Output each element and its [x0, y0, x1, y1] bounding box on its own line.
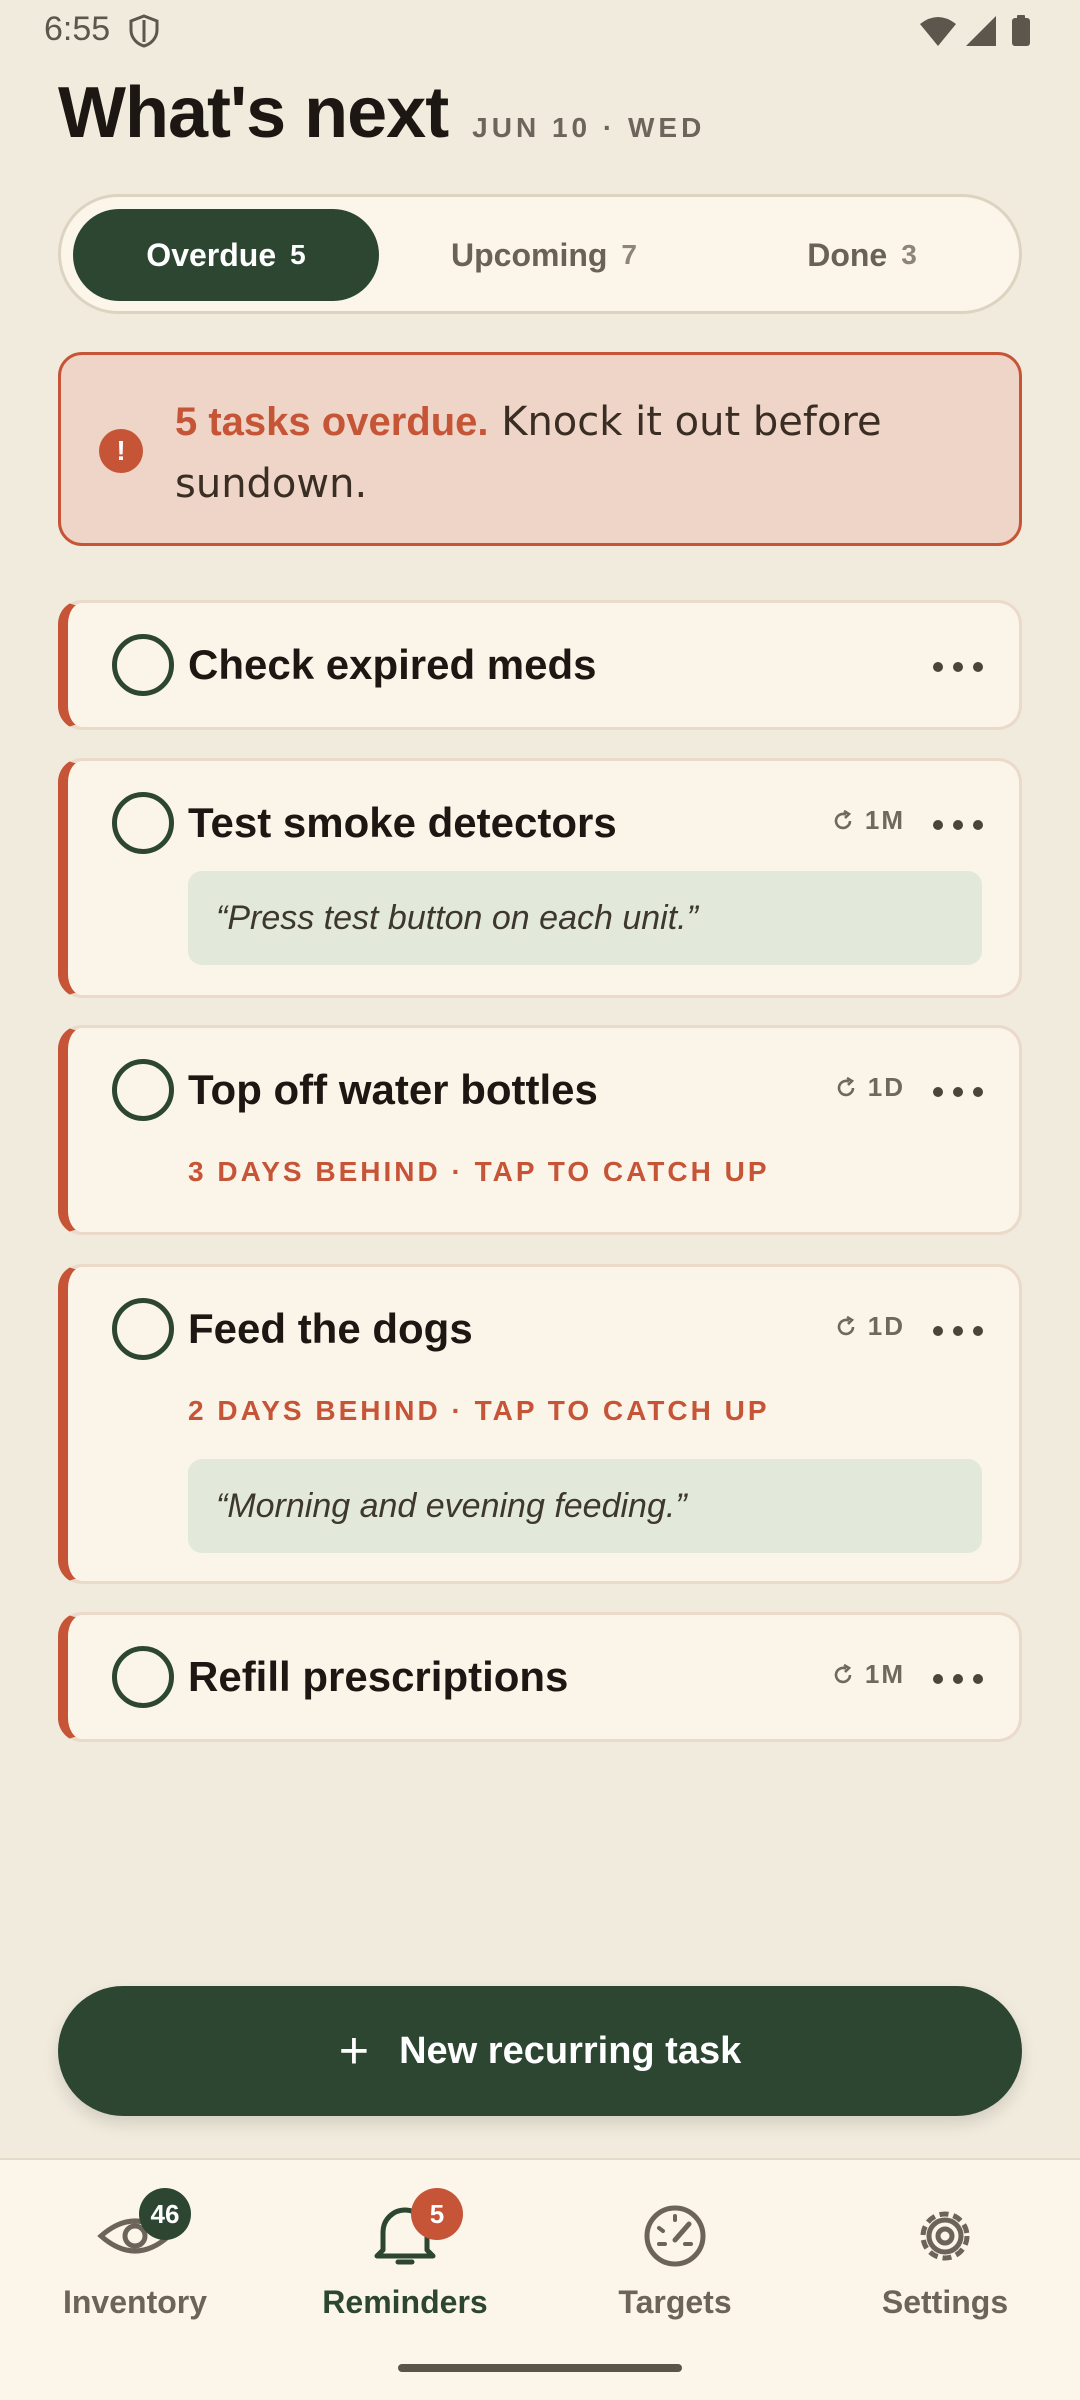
new-task-label: New recurring task — [399, 2029, 742, 2072]
more-options-icon[interactable] — [933, 1082, 983, 1102]
task-title: Refill prescriptions — [188, 1653, 569, 1700]
page-title: What's next — [58, 73, 449, 153]
alert-text: 5 tasks overdue. Knock it out before sun… — [175, 391, 975, 515]
more-options-icon[interactable] — [933, 1321, 983, 1341]
nav-label: Settings — [881, 2284, 1009, 2320]
shield-icon — [129, 14, 159, 48]
complete-checkbox[interactable] — [112, 1059, 174, 1121]
complete-checkbox[interactable] — [112, 1646, 174, 1708]
task-title: Test smoke detectors — [188, 799, 617, 846]
repeat-interval: 1M — [831, 1659, 905, 1690]
repeat-interval: 1D — [834, 1311, 905, 1342]
complete-checkbox[interactable] — [112, 792, 174, 854]
repeat-icon — [837, 1076, 855, 1096]
tab-count: 7 — [621, 239, 637, 270]
nav-label: Targets — [618, 2284, 732, 2320]
complete-checkbox[interactable] — [112, 634, 174, 696]
tab-upcoming[interactable]: Upcoming 7 — [391, 209, 697, 301]
task-card[interactable]: Feed the dogs 1D 2 DAYS BEHIND · TAP TO … — [58, 1264, 1022, 1584]
repeat-icon — [837, 1315, 855, 1335]
tab-label: Done — [807, 236, 888, 273]
task-note: “Morning and evening feeding.” — [188, 1459, 982, 1553]
task-note: “Press test button on each unit.” — [188, 871, 982, 965]
task-title: Feed the dogs — [188, 1305, 473, 1352]
repeat-icon — [834, 809, 852, 829]
wifi-icon — [920, 17, 956, 46]
nav-targets[interactable]: Targets — [540, 2200, 810, 2340]
repeat-label: 1M — [864, 1659, 905, 1689]
battery-icon — [1012, 15, 1030, 46]
task-card[interactable]: Check expired meds — [58, 600, 1022, 730]
task-card[interactable]: Refill prescriptions 1M — [58, 1612, 1022, 1742]
more-options-icon[interactable] — [933, 657, 983, 677]
filter-tabs: Overdue 5 Upcoming 7 Done 3 — [58, 194, 1022, 314]
status-time: 6:55 — [44, 10, 111, 48]
gear-icon — [905, 2200, 985, 2270]
more-options-icon[interactable] — [933, 815, 983, 835]
repeat-label: 1D — [867, 1072, 905, 1102]
alert-count-text: 5 tasks overdue. — [175, 400, 489, 444]
tab-count: 3 — [901, 239, 917, 270]
system-status-icons — [920, 15, 1030, 46]
signal-icon — [966, 16, 996, 46]
reminders-badge: 5 — [411, 2188, 463, 2240]
page-header: What's next JUN 10 · WED — [58, 72, 705, 162]
tab-count: 5 — [290, 239, 306, 270]
repeat-interval: 1D — [834, 1072, 905, 1103]
overdue-alert-banner: ! 5 tasks overdue. Knock it out before s… — [58, 352, 1022, 546]
task-card[interactable]: Top off water bottles 1D 3 DAYS BEHIND ·… — [58, 1025, 1022, 1235]
tab-done[interactable]: Done 3 — [709, 209, 1015, 301]
task-title: Top off water bottles — [188, 1066, 598, 1113]
catch-up-link[interactable]: 2 DAYS BEHIND · TAP TO CATCH UP — [188, 1395, 770, 1427]
task-card[interactable]: Test smoke detectors 1M “Press test butt… — [58, 758, 1022, 998]
task-title: Check expired meds — [188, 641, 597, 688]
more-options-icon[interactable] — [933, 1669, 983, 1689]
plus-icon: + — [338, 2022, 370, 2080]
nav-label: Inventory — [62, 2284, 208, 2320]
tab-label: Upcoming — [450, 236, 608, 273]
repeat-label: 1M — [864, 805, 905, 835]
alert-icon: ! — [99, 429, 143, 473]
repeat-label: 1D — [867, 1311, 905, 1341]
nav-settings[interactable]: Settings — [810, 2200, 1080, 2340]
gauge-icon — [635, 2200, 715, 2270]
complete-checkbox[interactable] — [112, 1298, 174, 1360]
repeat-icon — [834, 1663, 852, 1683]
status-bar: 6:55 — [0, 0, 1080, 64]
catch-up-link[interactable]: 3 DAYS BEHIND · TAP TO CATCH UP — [188, 1156, 770, 1188]
nav-inventory[interactable]: 46 Inventory — [0, 2188, 270, 2340]
nav-reminders[interactable]: 5 Reminders — [270, 2188, 540, 2340]
tab-overdue[interactable]: Overdue 5 — [73, 209, 379, 301]
page-date: JUN 10 · WED — [472, 112, 706, 143]
eye-icon: 46 — [95, 2188, 191, 2270]
tab-label: Overdue — [146, 236, 277, 273]
gesture-bar[interactable] — [398, 2364, 682, 2372]
inventory-badge: 46 — [139, 2188, 191, 2240]
bell-icon: 5 — [365, 2188, 463, 2270]
new-recurring-task-button[interactable]: + New recurring task — [58, 1986, 1022, 2116]
repeat-interval: 1M — [831, 805, 905, 836]
nav-label: Reminders — [322, 2284, 488, 2320]
